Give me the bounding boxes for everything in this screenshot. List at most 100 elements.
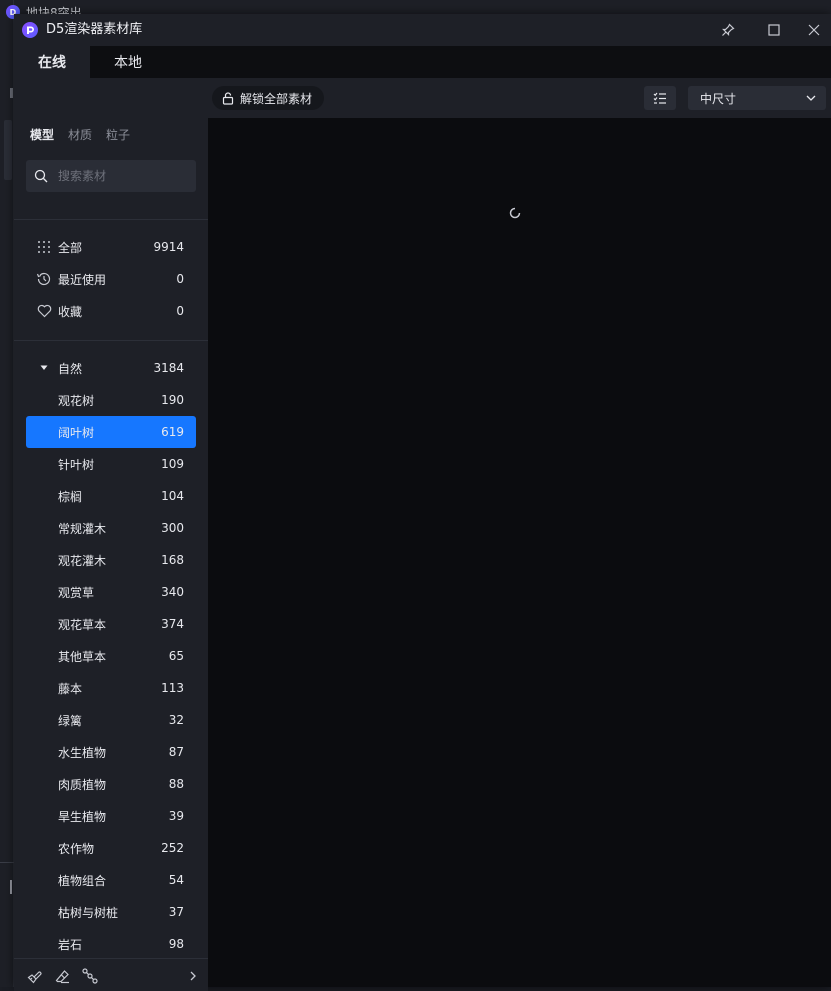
sidebar-item-label: 枯树与树桩 (58, 905, 119, 920)
sidebar-item-count: 39 (168, 809, 184, 823)
sidebar-item-succulents[interactable]: 肉质植物 88 (26, 768, 196, 800)
heart-icon (34, 303, 54, 319)
background-app-strip (0, 0, 14, 987)
sidebar-item-label: 阔叶树 (58, 425, 95, 440)
unlock-all-label: 解锁全部素材 (240, 91, 313, 106)
sidebar-group-nature[interactable]: 自然 3184 (26, 352, 196, 384)
sidebar-item-label: 棕榈 (58, 489, 83, 504)
tab-particles[interactable]: 粒子 (106, 126, 130, 146)
sidebar-item-flowering-shrubs[interactable]: 观花灌木 168 (26, 544, 196, 576)
expand-toolbar-button[interactable] (184, 967, 202, 985)
grid-dots-icon (34, 239, 54, 255)
sidebar-item-count: 37 (168, 905, 184, 919)
sidebar-item-broadleaf-trees[interactable]: 阔叶树 619 (26, 416, 196, 448)
sidebar-item-count: 113 (161, 681, 184, 695)
sidebar-item-label: 观赏草 (58, 585, 95, 600)
sidebar-group-count: 3184 (153, 361, 184, 375)
chevron-down-icon (806, 95, 816, 101)
sidebar-item-count: 300 (161, 521, 184, 535)
pin-icon (722, 23, 735, 36)
unlock-all-button[interactable]: 解锁全部素材 (212, 86, 324, 110)
brush-icon (27, 971, 41, 983)
path-tool-button[interactable] (81, 967, 99, 985)
sidebar-item-count: 0 (176, 272, 184, 286)
maximize-button[interactable] (762, 20, 786, 40)
sidebar-item-rocks[interactable]: 岩石 98 (26, 928, 196, 960)
sidebar-item-all[interactable]: 全部 9914 (26, 231, 196, 263)
sidebar-item-label: 最近使用 (58, 272, 107, 287)
sidebar-item-count: 109 (161, 457, 184, 471)
caret-down-icon (34, 360, 54, 376)
sidebar-item-recent[interactable]: 最近使用 0 (26, 263, 196, 295)
sidebar-item-label: 收藏 (58, 304, 83, 319)
sidebar-item-label: 其他草本 (58, 649, 107, 664)
category-sidebar: 模型 材质 粒子 全部 9914 最近使用 0 收藏 (14, 118, 208, 991)
sidebar-item-label: 植物组合 (58, 873, 107, 888)
sidebar-item-xerophytes[interactable]: 旱生植物 39 (26, 800, 196, 832)
sidebar-item-palms[interactable]: 棕榈 104 (26, 480, 196, 512)
pin-button[interactable] (716, 20, 740, 40)
sidebar-item-count: 87 (168, 745, 184, 759)
tab-materials[interactable]: 材质 (68, 126, 92, 146)
asset-type-tabs: 模型 材质 粒子 (30, 126, 130, 146)
lock-icon (222, 91, 234, 105)
sidebar-item-count: 9914 (153, 240, 184, 254)
sidebar-item-count: 32 (168, 713, 184, 727)
sidebar-item-vines[interactable]: 藤本 113 (26, 672, 196, 704)
tab-local[interactable]: 本地 (90, 46, 166, 78)
sidebar-item-label: 水生植物 (58, 745, 107, 760)
close-button[interactable] (802, 20, 826, 40)
eraser-icon (55, 969, 69, 983)
size-select[interactable]: 中尺寸 (688, 86, 826, 110)
sidebar-item-conifers[interactable]: 针叶树 109 (26, 448, 196, 480)
maximize-icon (768, 24, 780, 36)
sidebar-item-other-herbs[interactable]: 其他草本 65 (26, 640, 196, 672)
sidebar-bottom-bar (14, 958, 208, 991)
sidebar-item-label: 旱生植物 (58, 809, 107, 824)
checklist-icon (653, 92, 666, 104)
history-icon (34, 271, 54, 287)
sidebar-item-count: 104 (161, 489, 184, 503)
sidebar-item-label: 全部 (58, 240, 83, 255)
background-app-cursor (10, 880, 12, 894)
window-titlebar: D5渲染器素材库 (14, 14, 831, 46)
app-logo-icon (22, 22, 38, 38)
sidebar-item-count: 0 (176, 304, 184, 318)
toolbar: 解锁全部素材 中尺寸 (14, 78, 831, 118)
search-input[interactable] (56, 168, 186, 184)
sidebar-divider (14, 340, 208, 341)
close-icon (808, 24, 820, 36)
sidebar-item-flowering-trees[interactable]: 观花树 190 (26, 384, 196, 416)
eraser-tool-button[interactable] (53, 967, 71, 985)
sidebar-item-aquatic-plants[interactable]: 水生植物 87 (26, 736, 196, 768)
sidebar-item-plant-combos[interactable]: 植物组合 54 (26, 864, 196, 896)
sidebar-item-dead-trees[interactable]: 枯树与树桩 37 (26, 896, 196, 928)
multi-select-button[interactable] (644, 86, 676, 110)
background-app-panel (4, 120, 12, 180)
sidebar-item-label: 观花灌木 (58, 553, 107, 568)
sidebar-item-count: 374 (161, 617, 184, 631)
brush-tool-button[interactable] (25, 967, 43, 985)
sidebar-group-label: 自然 (58, 361, 83, 376)
asset-library-window: D5渲染器素材库 在线 本地 解锁全部素材 中尺寸 模型 材质 粒子 搜索素材 … (14, 14, 831, 991)
sidebar-item-flowering-herbs[interactable]: 观花草本 374 (26, 608, 196, 640)
sidebar-item-count: 252 (161, 841, 184, 855)
sidebar-item-hedges[interactable]: 绿篱 32 (26, 704, 196, 736)
sidebar-divider (14, 219, 208, 220)
sidebar-item-favorites[interactable]: 收藏 0 (26, 295, 196, 327)
sidebar-item-ornamental-grass[interactable]: 观赏草 340 (26, 576, 196, 608)
sidebar-item-shrubs[interactable]: 常规灌木 300 (26, 512, 196, 544)
asset-grid-area (208, 118, 831, 987)
background-app-divider (0, 862, 14, 863)
sidebar-item-label: 观花树 (58, 393, 95, 408)
sidebar-item-count: 54 (168, 873, 184, 887)
tab-models[interactable]: 模型 (30, 126, 54, 146)
chevron-right-icon (190, 971, 196, 981)
sidebar-item-count: 340 (161, 585, 184, 599)
sidebar-item-label: 藤本 (58, 681, 83, 696)
sidebar-item-crops[interactable]: 农作物 252 (26, 832, 196, 864)
sidebar-item-count: 98 (168, 937, 184, 951)
path-nodes-icon (82, 968, 98, 984)
sidebar-item-count: 65 (168, 649, 184, 663)
tab-online[interactable]: 在线 (14, 46, 90, 78)
